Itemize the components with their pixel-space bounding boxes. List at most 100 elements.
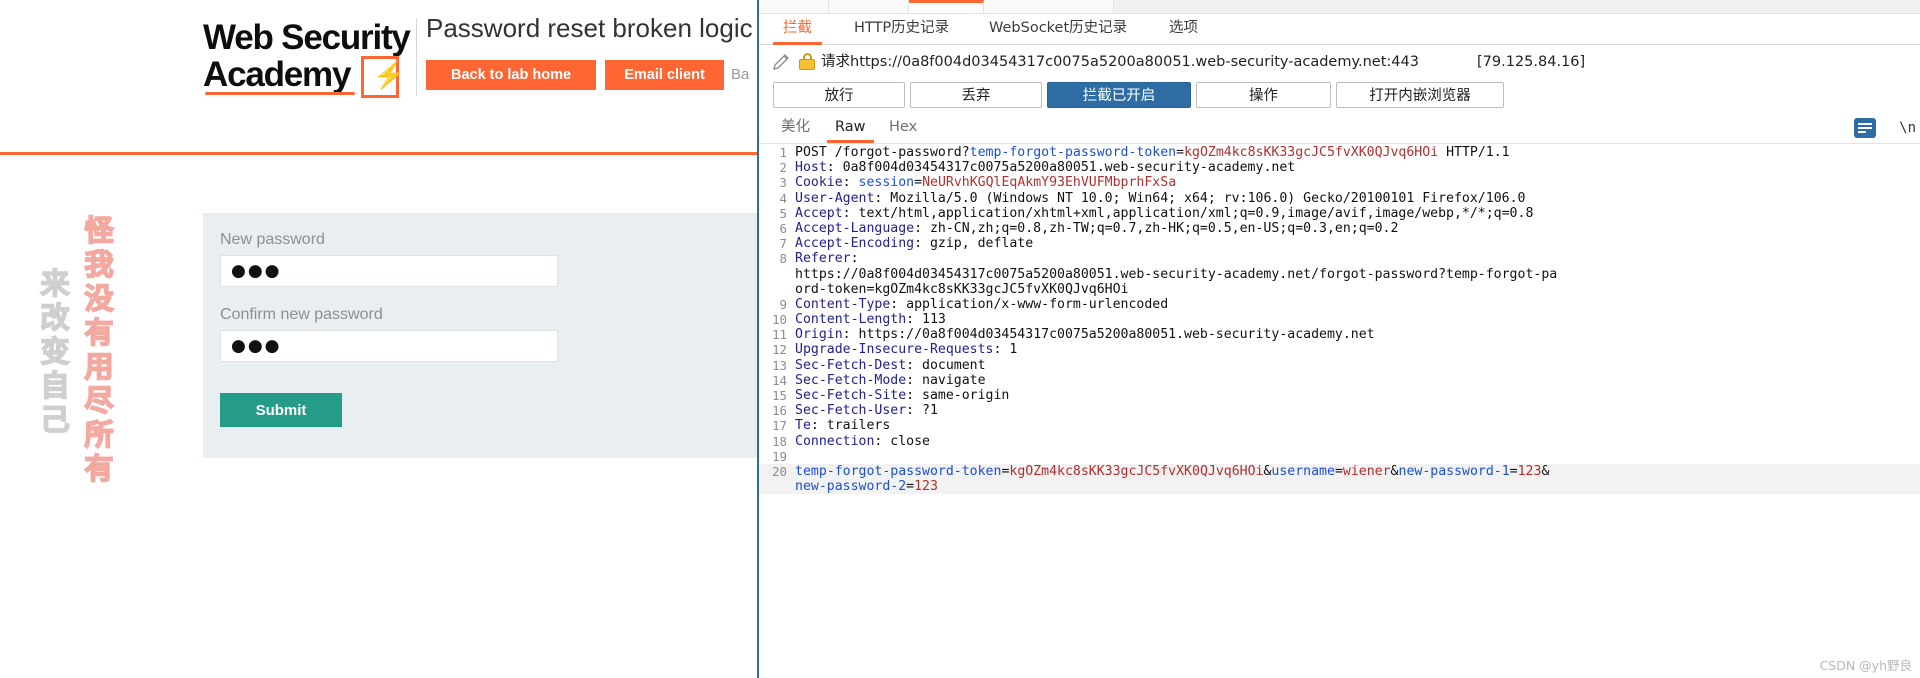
open-embedded-browser-button[interactable]: 打开内嵌浏览器 <box>1336 82 1504 108</box>
line-number: 17 <box>772 418 787 434</box>
request-token: wiener <box>1342 463 1391 479</box>
request-token: Content-Length <box>795 312 907 328</box>
request-line: 12 Upgrade-Insecure-Requests: 1 <box>759 342 1920 357</box>
subtab-hex[interactable]: Hex <box>881 114 925 143</box>
request-token: Accept <box>795 205 843 221</box>
word-wrap-icon[interactable] <box>1854 118 1876 138</box>
line-number: 20 <box>772 463 787 479</box>
window-tab-stub-1[interactable] <box>759 0 829 13</box>
pencil-icon[interactable] <box>771 52 791 72</box>
request-token: 123 <box>1517 463 1542 479</box>
subtab-raw[interactable]: Raw <box>827 114 874 143</box>
line-number: 14 <box>772 372 787 388</box>
line-number: 15 <box>772 388 787 403</box>
page-title: Password reset broken logic <box>426 13 753 43</box>
window-tab-stub-2[interactable] <box>829 0 909 13</box>
line-number: 9 <box>779 296 787 312</box>
request-line: 3 Cookie: session=NeURvhKGQlEqAkmY93EhVUF… <box>759 175 1920 190</box>
request-token: Referer <box>795 251 851 267</box>
request-token: HTTP/1.1 <box>1438 145 1510 160</box>
request-token: : https://0a8f004d03454317c0075a5200a800… <box>842 327 1375 343</box>
request-token: : ?1 <box>906 403 938 419</box>
lock-icon <box>799 53 815 70</box>
request-token: : trailers <box>810 418 891 434</box>
request-line: 5 Accept: text/html,application/xhtml+xml… <box>759 206 1920 221</box>
request-token: temp-forgot-password-token <box>795 463 1002 479</box>
request-token: : application/x-www-form-urlencoded <box>890 296 1169 312</box>
request-token: : text/html,application/xhtml+xml,applic… <box>842 205 1534 221</box>
request-line: 9 Content-Type: application/x-www-form-ur… <box>759 297 1920 312</box>
request-line: 17 Te: trailers <box>759 418 1920 433</box>
newline-indicator: \n <box>1899 120 1916 136</box>
request-token: : same-origin <box>906 388 1010 403</box>
request-token: : 113 <box>906 312 946 328</box>
request-line: 18 Connection: close <box>759 434 1920 449</box>
request-url-bar: 请求https://0a8f004d03454317c0075a5200a800… <box>759 46 1920 78</box>
request-line: ord-token=kgOZm4kc8sKK33gcJC5fvXK0QJvq6H… <box>759 282 1920 297</box>
request-line: new-password-2=123 <box>759 479 1920 495</box>
watermark-vertical-red: 怪我没有用尽所有 <box>79 214 115 488</box>
request-ip-address: [79.125.84.16] <box>1477 54 1586 70</box>
line-number: 16 <box>772 403 787 419</box>
line-number: 6 <box>779 220 787 236</box>
request-token: username <box>1271 463 1335 479</box>
request-line: 19 <box>759 449 1920 464</box>
submit-button[interactable]: Submit <box>220 393 342 427</box>
action-button[interactable]: 操作 <box>1196 82 1331 108</box>
lock-body <box>799 59 815 70</box>
request-token: Sec-Fetch-Mode <box>795 372 907 388</box>
request-token: kgOZm4kc8sKK33gcJC5fvXK0QJvq6HOi <box>1184 145 1439 160</box>
request-token: new-password-2 <box>795 479 907 495</box>
back-to-lab-home-button[interactable]: Back to lab home <box>426 60 596 90</box>
burp-proxy-window: 拦截 HTTP历史记录 WebSocket历史记录 选项 请求https://0… <box>757 0 1920 678</box>
request-token: Upgrade-Insecure-Requests <box>795 342 994 358</box>
line-number: 11 <box>772 327 787 343</box>
burp-window-tab-strip <box>759 0 1920 14</box>
request-token: : gzip, deflate <box>914 236 1034 252</box>
line-number: 13 <box>772 357 787 373</box>
confirm-password-input[interactable]: ●●● <box>220 330 558 362</box>
proxy-tab-bar: 拦截 HTTP历史记录 WebSocket历史记录 选项 <box>759 14 1920 45</box>
request-token: : <box>850 251 859 267</box>
request-token: Content-Type <box>795 296 891 312</box>
line-number: 1 <box>779 145 787 160</box>
email-client-button[interactable]: Email client <box>605 60 724 90</box>
line-number: 8 <box>779 251 787 267</box>
request-token: : 0a8f004d03454317c0075a5200a80051.web-s… <box>826 160 1296 176</box>
window-tab-stub-active[interactable] <box>909 0 984 13</box>
header-accent-rule <box>0 152 760 155</box>
request-token: : zh-CN,zh;q=0.8,zh-TW;q=0.7,zh-HK;q=0.5… <box>914 220 1399 236</box>
request-token: : navigate <box>906 372 986 388</box>
tab-options[interactable]: 选项 <box>1159 14 1208 45</box>
request-token: = <box>906 479 915 495</box>
request-token: Sec-Fetch-Dest <box>795 357 907 373</box>
tab-websocket-history[interactable]: WebSocket历史记录 <box>979 14 1137 45</box>
subtab-pretty[interactable]: 美化 <box>773 114 818 143</box>
window-tab-stub-4[interactable] <box>984 0 1114 13</box>
request-token: : <box>842 175 859 191</box>
raw-request-editor[interactable]: 1 POST /forgot-password?temp-forgot-passw… <box>759 145 1920 678</box>
wrap-line-2 <box>1858 127 1872 129</box>
drop-button[interactable]: 丢弃 <box>910 82 1042 108</box>
request-token: : 1 <box>993 342 1018 358</box>
line-number: 12 <box>772 342 787 358</box>
lightning-bolt-icon: ⚡ <box>361 56 405 98</box>
tab-intercept[interactable]: 拦截 <box>773 14 822 45</box>
forward-button[interactable]: 放行 <box>773 82 905 108</box>
new-password-input[interactable]: ●●● <box>220 255 558 287</box>
request-token: & <box>1390 463 1399 479</box>
request-line: 2 Host: 0a8f004d03454317c0075a5200a80051.… <box>759 160 1920 175</box>
request-token: 123 <box>914 479 938 495</box>
request-line: 16 Sec-Fetch-User: ?1 <box>759 403 1920 418</box>
request-url-text: 请求https://0a8f004d03454317c0075a5200a800… <box>821 54 1419 70</box>
web-security-academy-logo: Web Security Academy ⚡ <box>203 20 415 98</box>
intercept-toggle-button[interactable]: 拦截已开启 <box>1047 82 1191 108</box>
tab-http-history[interactable]: HTTP历史记录 <box>844 14 959 45</box>
request-token: = <box>914 175 923 191</box>
line-number: 18 <box>772 433 787 449</box>
new-password-label: New password <box>220 231 325 248</box>
lightning-bolt-glyph: ⚡ <box>373 60 406 90</box>
request-line: 1 POST /forgot-password?temp-forgot-passw… <box>759 145 1920 160</box>
request-token: Origin <box>795 327 843 343</box>
request-line: 15 Sec-Fetch-Site: same-origin <box>759 388 1920 403</box>
